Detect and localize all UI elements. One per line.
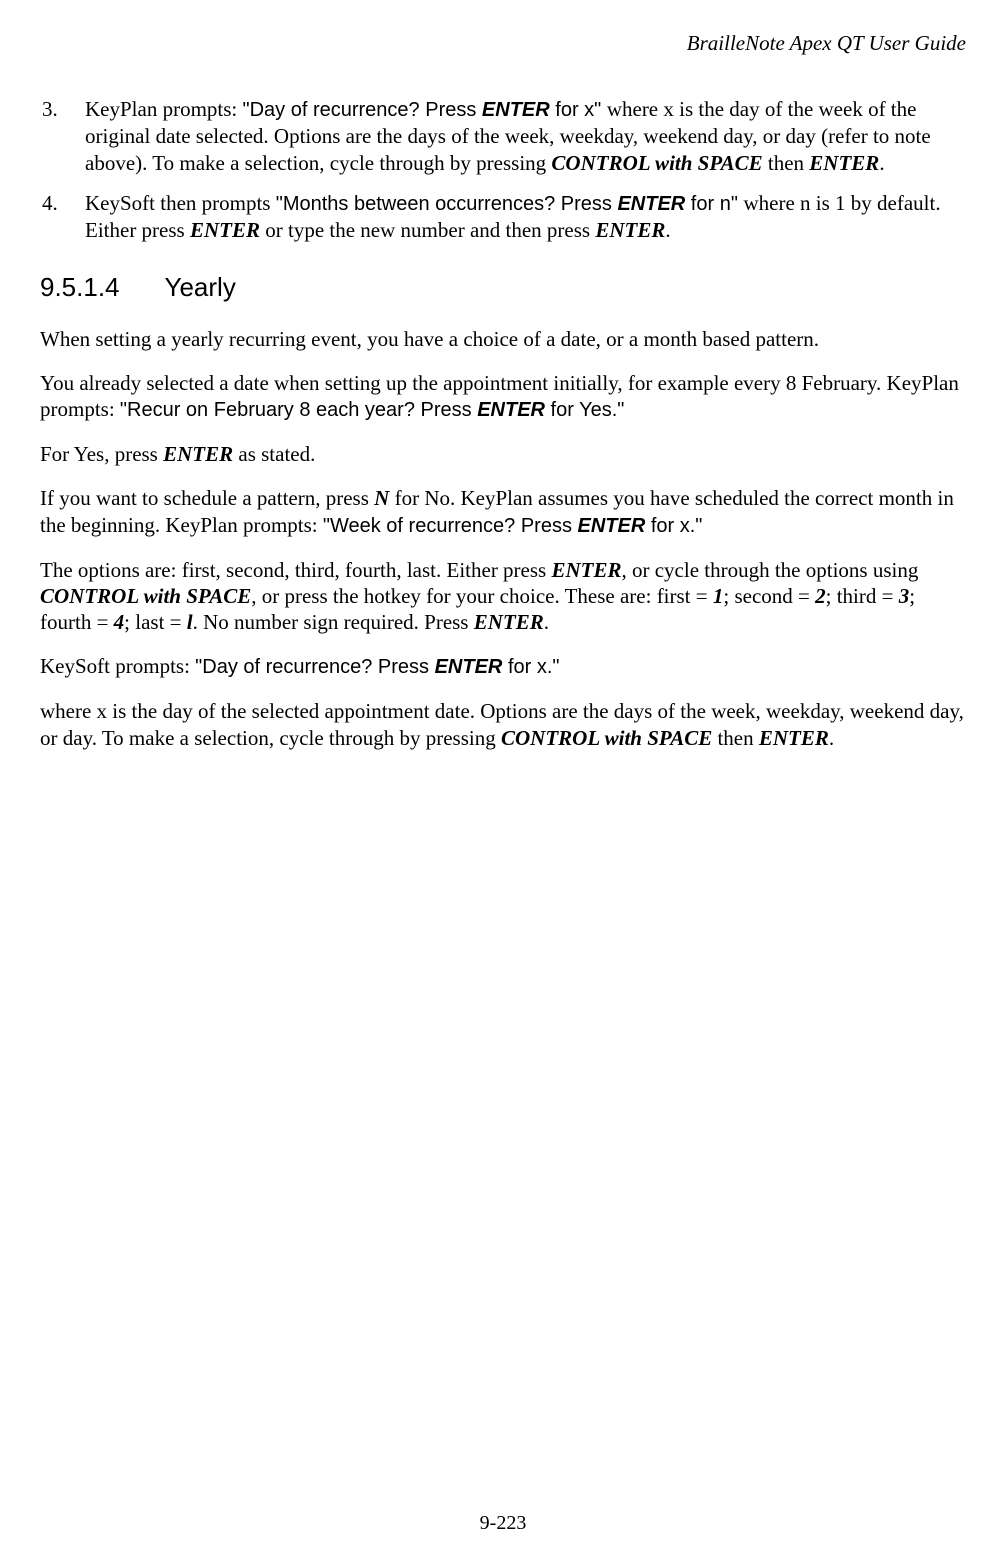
text: ; second =: [723, 584, 815, 608]
text: For Yes, press: [40, 442, 163, 466]
prompt-text: "Day of recurrence? Press: [243, 99, 482, 121]
key-name: ENTER: [163, 442, 233, 466]
prompt-text: for x": [550, 99, 607, 121]
prompt-text: for x.": [645, 515, 702, 537]
key-name: ENTER: [617, 193, 685, 215]
key-name: ENTER: [809, 151, 879, 175]
prompt-text: for Yes.": [545, 399, 624, 421]
paragraph: The options are: first, second, third, f…: [40, 557, 966, 636]
key-name: 2: [815, 584, 826, 608]
text: then: [763, 151, 810, 175]
text: or type the new number and then press: [260, 218, 595, 242]
list-item: 3. KeyPlan prompts: "Day of recurrence? …: [40, 96, 966, 176]
key-name: ENTER: [482, 99, 550, 121]
paragraph: KeySoft prompts: "Day of recurrence? Pre…: [40, 653, 966, 680]
prompt-text: "Day of recurrence? Press: [195, 656, 434, 678]
prompt-text: for n": [685, 193, 743, 215]
list-item: 4. KeySoft then prompts "Months between …: [40, 190, 966, 243]
key-name: CONTROL with SPACE: [551, 151, 762, 175]
key-name: 1: [713, 584, 724, 608]
paragraph: You already selected a date when setting…: [40, 370, 966, 423]
key-name: CONTROL with SPACE: [40, 584, 251, 608]
key-name: ENTER: [435, 656, 503, 678]
item-number: 4.: [42, 190, 58, 216]
key-name: ENTER: [578, 515, 646, 537]
key-name: CONTROL with SPACE: [501, 726, 712, 750]
prompt-text: "Months between occurrences? Press: [276, 193, 618, 215]
section-title: Yearly: [165, 272, 236, 302]
key-name: ENTER: [595, 218, 665, 242]
prompt-text: "Week of recurrence? Press: [323, 515, 578, 537]
key-name: ENTER: [759, 726, 829, 750]
section-heading: 9.5.1.4 Yearly: [40, 271, 966, 304]
text: .: [665, 218, 670, 242]
page-header: BrailleNote Apex QT User Guide: [40, 30, 966, 56]
key-name: ENTER: [190, 218, 260, 242]
key-name: 3: [899, 584, 910, 608]
numbered-list: 3. KeyPlan prompts: "Day of recurrence? …: [40, 96, 966, 243]
prompt-text: for x.": [502, 656, 559, 678]
paragraph: When setting a yearly recurring event, y…: [40, 326, 966, 352]
key-name: 4: [114, 610, 125, 634]
paragraph: where x is the day of the selected appoi…: [40, 698, 966, 751]
text: If you want to schedule a pattern, press: [40, 486, 374, 510]
text: , or press the hotkey for your choice. T…: [251, 584, 713, 608]
text: .: [829, 726, 834, 750]
text: KeySoft prompts:: [40, 654, 195, 678]
text: . No number sign required. Press: [193, 610, 474, 634]
key-name: ENTER: [477, 399, 545, 421]
page-footer: 9-223: [0, 1511, 1006, 1536]
text: then: [712, 726, 759, 750]
paragraph: If you want to schedule a pattern, press…: [40, 485, 966, 538]
paragraph: For Yes, press ENTER as stated.: [40, 441, 966, 467]
text: as stated.: [233, 442, 315, 466]
prompt-text: "Recur on February 8 each year? Press: [120, 399, 477, 421]
key-name: ENTER: [551, 558, 621, 582]
key-name: N: [374, 486, 389, 510]
text: .: [879, 151, 884, 175]
item-number: 3.: [42, 96, 58, 122]
text: The options are: first, second, third, f…: [40, 558, 551, 582]
text: .: [544, 610, 549, 634]
key-name: ENTER: [474, 610, 544, 634]
text: ; third =: [826, 584, 899, 608]
text: , or cycle through the options using: [621, 558, 918, 582]
section-number: 9.5.1.4: [40, 272, 120, 302]
text: KeyPlan prompts:: [85, 97, 243, 121]
text: ; last =: [124, 610, 187, 634]
text: KeySoft then prompts: [85, 191, 276, 215]
